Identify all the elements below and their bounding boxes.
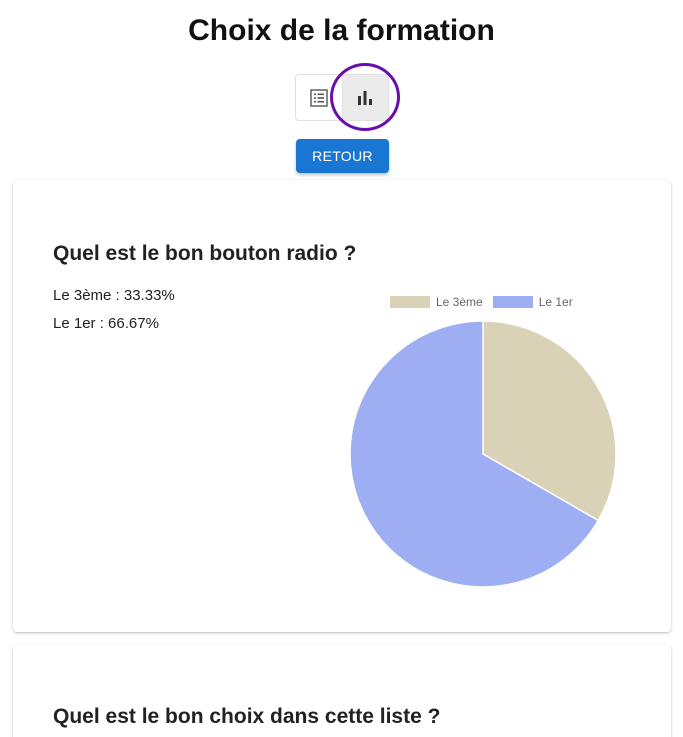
legend-item[interactable]: Le 3ème xyxy=(390,295,483,309)
legend-label: Le 3ème xyxy=(436,295,483,309)
question-card: Quel est le bon bouton radio ? Le 3ème :… xyxy=(13,180,671,632)
list-icon xyxy=(310,88,328,107)
result-line: Le 1er : 66.67% xyxy=(53,315,159,332)
chart-view-button[interactable] xyxy=(341,75,388,120)
page: Choix de la formation RETOUR Quel est le xyxy=(0,0,683,737)
list-view-button[interactable] xyxy=(296,75,342,120)
question-title: Quel est le bon choix dans cette liste ? xyxy=(53,705,441,728)
page-title: Choix de la formation xyxy=(188,14,495,47)
question-title: Quel est le bon bouton radio ? xyxy=(53,242,357,265)
legend-label: Le 1er xyxy=(538,295,573,309)
pie-chart xyxy=(349,320,617,588)
legend-swatch xyxy=(390,296,430,308)
legend-item[interactable]: Le 1er xyxy=(492,295,573,309)
retour-button[interactable]: RETOUR xyxy=(296,139,389,173)
question-card: Quel est le bon choix dans cette liste ? xyxy=(13,645,671,737)
legend-swatch xyxy=(492,296,533,308)
result-line: Le 3ème : 33.33% xyxy=(53,287,175,304)
bar-chart-icon xyxy=(358,90,373,105)
chart-legend: Le 3ème Le 1er xyxy=(390,295,583,309)
view-toggle-group xyxy=(295,74,389,121)
